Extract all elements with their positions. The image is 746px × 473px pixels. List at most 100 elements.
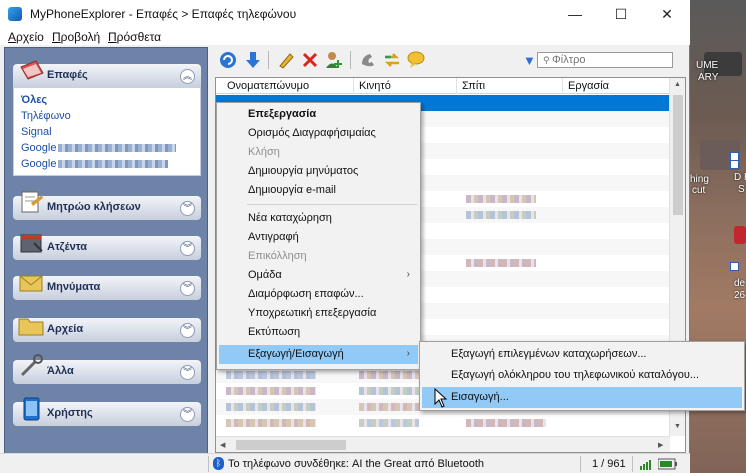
chevron-down-icon[interactable]: ︾ — [180, 201, 195, 216]
scroll-left-icon[interactable]: ◀ — [220, 441, 225, 449]
sidebar-item-google[interactable]: Google — [21, 142, 177, 154]
chevron-down-icon[interactable]: ︾ — [180, 365, 195, 380]
redacted-cell — [466, 419, 546, 427]
shortcut-arrow-icon — [730, 262, 739, 271]
column-header-name[interactable]: Ονοματεπώνυμο — [227, 80, 309, 92]
sidebar-group-label: Αρχεία — [47, 323, 84, 335]
sidebar-group-messages[interactable]: Μηνύματα ︾ — [13, 275, 201, 300]
menu-item-new-entry[interactable]: Νέα καταχώρηση — [219, 209, 418, 228]
chevron-down-icon[interactable]: ︾ — [180, 323, 195, 338]
sidebar-item-google[interactable]: Google — [21, 158, 169, 170]
menu-item-call[interactable]: Κλήση — [219, 143, 418, 162]
menu-item-import[interactable]: Εισαγωγή... — [422, 387, 742, 408]
menu-extras[interactable]: Πρόσθετα — [108, 30, 161, 44]
connection-status: Το τηλέφωνο συνδέθηκε: AI the Great από … — [228, 458, 484, 470]
chevron-down-icon[interactable]: ︾ — [180, 281, 195, 296]
menu-bar: Αρχείο Προβολή Πρόσθετα — [0, 29, 690, 45]
sidebar-item-phone[interactable]: Τηλέφωνο — [21, 110, 71, 122]
scroll-right-icon[interactable]: ▶ — [658, 441, 663, 449]
chevron-right-icon: › — [406, 348, 410, 359]
redacted-cell — [359, 387, 419, 395]
redacted-cell — [466, 211, 536, 219]
menu-item-forced-edit[interactable]: Υποχρεωτική επεξεργασία — [219, 304, 418, 323]
sidebar-group-label: Ατζέντα — [47, 241, 88, 253]
menu-item-new-email[interactable]: Δημιουργία e-mail — [219, 181, 418, 200]
phone-icon[interactable] — [358, 50, 378, 70]
status-bar: ᛒ Το τηλέφωνο συνδέθηκε: AI the Great απ… — [0, 453, 690, 473]
chat-icon[interactable] — [406, 50, 426, 70]
scroll-up-icon[interactable]: ▲ — [674, 81, 681, 88]
refresh-icon[interactable] — [218, 50, 238, 70]
redacted-cell — [359, 371, 419, 379]
menu-separator — [247, 204, 417, 205]
signal-strength-icon — [640, 460, 651, 470]
sidebar-item-signal[interactable]: Signal — [21, 126, 52, 138]
desktop-shortcut-label: 26- — [734, 290, 746, 301]
status-divider — [208, 456, 209, 472]
minimize-button[interactable]: — — [552, 0, 598, 29]
chevron-down-icon[interactable]: ︾ — [180, 407, 195, 422]
sidebar-group-calendar[interactable]: Ατζέντα ︾ — [13, 234, 201, 260]
delete-icon[interactable] — [300, 50, 320, 70]
menu-item-export-import[interactable]: Εξαγωγή/Εισαγωγή › — [219, 345, 418, 364]
title-bar[interactable]: MyPhoneExplorer - Επαφές > Επαφές τηλεφώ… — [0, 0, 690, 29]
menu-item-edit[interactable]: Επεξεργασία — [219, 105, 418, 124]
chevron-right-icon: › — [406, 269, 410, 280]
redacted-cell — [466, 195, 536, 203]
calendar-icon — [20, 234, 43, 253]
menu-item-export-all[interactable]: Εξαγωγή ολόκληρου του τηλεφωνικού καταλό… — [422, 365, 742, 386]
menu-item-paste[interactable]: Επικόλληση — [219, 247, 418, 266]
redacted-cell — [466, 259, 536, 267]
status-divider — [580, 456, 581, 472]
menu-item-print[interactable]: Εκτύπωση — [219, 323, 418, 342]
sidebar-group-contacts[interactable]: Επαφές ︽ — [13, 60, 201, 88]
chevron-down-icon[interactable]: ︾ — [180, 241, 195, 256]
download-icon[interactable] — [243, 50, 263, 70]
scrollbar-thumb[interactable] — [236, 440, 346, 450]
sidebar-group-other[interactable]: Άλλα ︾ — [13, 354, 201, 384]
column-header-work[interactable]: Εργασία — [568, 80, 609, 92]
column-header-home[interactable]: Σπίτι — [462, 80, 485, 92]
toolbar-separator — [268, 51, 269, 69]
sidebar-group-label: Μητρώο κλήσεων — [47, 201, 141, 213]
scrollbar-thumb[interactable] — [673, 95, 683, 215]
menu-item-group[interactable]: Ομάδα › — [219, 266, 418, 285]
menu-item-contact-settings[interactable]: Διαμόρφωση επαφών... — [219, 285, 418, 304]
desktop-shortcut-label: de — [734, 278, 746, 289]
chevron-up-icon[interactable]: ︽ — [180, 69, 195, 84]
app-logo-icon — [8, 7, 22, 21]
sidebar-item-all[interactable]: Όλες — [21, 94, 47, 106]
window-title: MyPhoneExplorer - Επαφές > Επαφές τηλεφώ… — [30, 7, 297, 21]
column-divider[interactable] — [353, 78, 354, 94]
desktop-shortcut-label: hing — [690, 174, 709, 185]
horizontal-scrollbar[interactable]: ◀ ▶ — [216, 436, 670, 452]
column-divider[interactable] — [562, 78, 563, 94]
filter-icon: ▼ — [523, 53, 536, 68]
sidebar-group-user[interactable]: Χρήστης ︾ — [13, 397, 201, 426]
desktop-app-icon[interactable] — [734, 226, 746, 244]
folder-icon — [18, 318, 44, 336]
column-divider[interactable] — [456, 78, 457, 94]
menu-item-export-selected[interactable]: Εξαγωγή επιλεγμένων καταχωρήσεων... — [422, 344, 742, 365]
toolbar: ▼ ⚲ — [212, 47, 688, 73]
menu-view[interactable]: Προβολή — [52, 30, 100, 44]
desktop-shortcut-label: UME — [696, 60, 719, 71]
sidebar: Επαφές ︽ Όλες Τηλέφωνο Signal Google Goo… — [4, 47, 208, 469]
filter-input[interactable] — [537, 52, 673, 68]
menu-item-copy[interactable]: Αντιγραφή — [219, 228, 418, 247]
sync-icon[interactable] — [382, 50, 402, 70]
close-button[interactable]: ✕ — [644, 0, 690, 29]
table-row[interactable] — [216, 415, 670, 431]
toolbar-separator — [350, 51, 351, 69]
maximize-button[interactable]: ☐ — [598, 0, 644, 29]
desktop-shortcut-label: ARY — [698, 72, 719, 83]
menu-file[interactable]: Αρχείο — [8, 30, 44, 44]
edit-icon[interactable] — [276, 50, 296, 70]
scroll-down-icon[interactable]: ▼ — [674, 423, 681, 430]
column-header-mobile[interactable]: Κινητό — [359, 80, 391, 92]
sidebar-group-files[interactable]: Αρχεία ︾ — [13, 318, 201, 342]
sidebar-group-call-log[interactable]: Μητρώο κλήσεων ︾ — [13, 191, 201, 220]
menu-item-new-message[interactable]: Δημιουργία μηνύματος — [219, 162, 418, 181]
menu-item-set-deletable[interactable]: Ορισμός Διαγραφήσιμαίας — [219, 124, 418, 143]
add-contact-icon[interactable] — [324, 50, 344, 70]
